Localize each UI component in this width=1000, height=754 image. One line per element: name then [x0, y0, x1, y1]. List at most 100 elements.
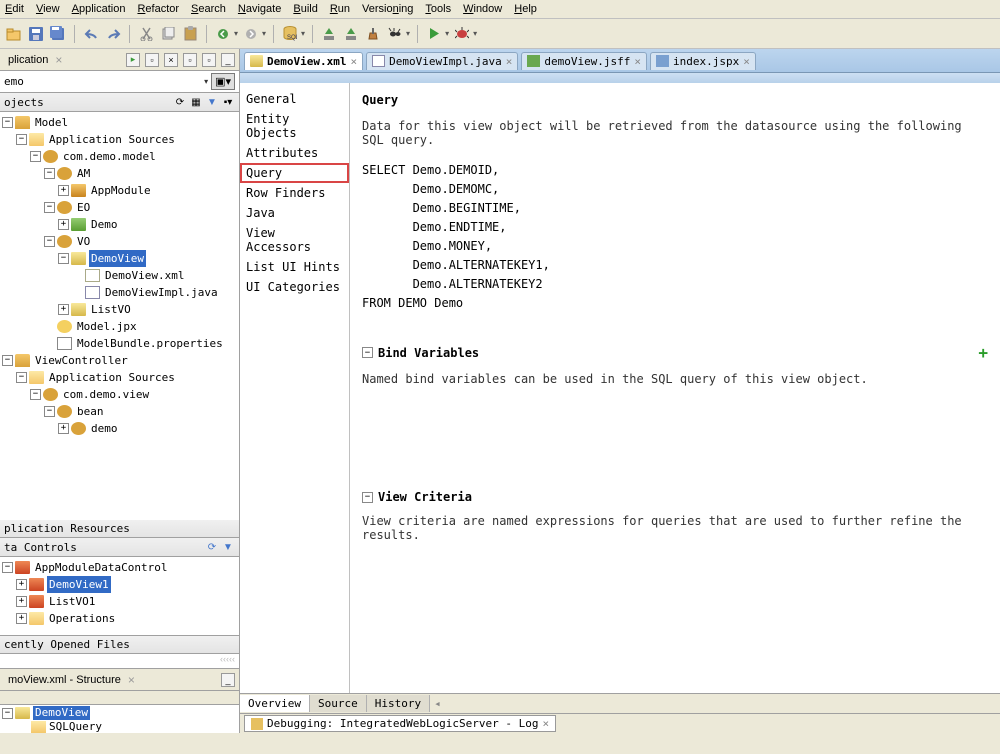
close-structure-icon[interactable]: ×	[128, 673, 135, 687]
tree-bean[interactable]: bean	[75, 403, 106, 420]
close-log-icon[interactable]: ×	[543, 717, 550, 730]
cut-icon[interactable]	[137, 25, 155, 43]
structure-root[interactable]: DemoView	[33, 706, 90, 720]
nav-query[interactable]: Query	[240, 163, 349, 183]
tree-model-jpx[interactable]: Model.jpx	[75, 318, 139, 335]
make-icon[interactable]	[320, 25, 338, 43]
structure-tree[interactable]: −DemoView SQLQuery	[0, 705, 239, 733]
expand-icon[interactable]: +	[58, 304, 69, 315]
copy-icon[interactable]	[159, 25, 177, 43]
tree-eo[interactable]: EO	[75, 199, 92, 216]
menu-build[interactable]: Build	[293, 3, 317, 15]
back-icon[interactable]	[214, 25, 232, 43]
tree-am[interactable]: AM	[75, 165, 92, 182]
tabs-scroll-icon[interactable]: ◂	[430, 697, 445, 710]
db-icon[interactable]: SQL	[281, 25, 299, 43]
expand-icon[interactable]: +	[58, 219, 69, 230]
structure-minimize-icon[interactable]: _	[221, 673, 235, 687]
tree-pkg-view[interactable]: com.demo.view	[61, 386, 151, 403]
expand-icon[interactable]: −	[44, 168, 55, 179]
menu-navigate[interactable]: Navigate	[238, 3, 281, 15]
expand-icon[interactable]: −	[16, 134, 27, 145]
close-tab-icon[interactable]: ×	[55, 53, 62, 67]
paste-icon[interactable]	[181, 25, 199, 43]
expand-icon[interactable]: −	[362, 492, 373, 503]
tree-model-bundle[interactable]: ModelBundle.properties	[75, 335, 225, 352]
menu-search[interactable]: Search	[191, 3, 226, 15]
tree-demoview[interactable]: DemoView	[89, 250, 146, 267]
db-dropdown-icon[interactable]: ▾	[301, 29, 305, 38]
expand-icon[interactable]: −	[30, 151, 41, 162]
refresh-icon[interactable]: ⟳	[173, 95, 187, 109]
clean-icon[interactable]	[364, 25, 382, 43]
debug-dropdown-icon[interactable]: ▾	[473, 29, 477, 38]
dc-listvo1[interactable]: ListVO1	[47, 593, 97, 610]
expand-icon[interactable]: −	[44, 202, 55, 213]
class-icon[interactable]: ▦	[189, 95, 203, 109]
close-tab-icon[interactable]: ×	[350, 55, 357, 68]
structure-tab[interactable]: moView.xml - Structure	[4, 673, 125, 687]
tree-appmodule[interactable]: AppModule	[89, 182, 153, 199]
panel-opt3-icon[interactable]: ▫	[202, 53, 216, 67]
menu-versioning[interactable]: Versioning	[362, 3, 413, 15]
nav-view-accessors[interactable]: View Accessors	[240, 223, 349, 257]
application-tab[interactable]: plication	[4, 53, 52, 67]
tree-pkg-model[interactable]: com.demo.model	[61, 148, 158, 165]
close-tab-icon[interactable]: ×	[634, 55, 641, 68]
ant-dropdown-icon[interactable]: ▾	[406, 29, 410, 38]
nav-entity-objects[interactable]: Entity Objects	[240, 109, 349, 143]
panel-close2-icon[interactable]: ×	[164, 53, 178, 67]
expand-icon[interactable]: +	[58, 423, 69, 434]
expand-icon[interactable]: −	[2, 708, 13, 719]
make2-icon[interactable]	[342, 25, 360, 43]
expand-icon[interactable]: −	[2, 562, 13, 573]
tab-overview[interactable]: Overview	[240, 695, 310, 712]
nav-java[interactable]: Java	[240, 203, 349, 223]
nav-list-ui-hints[interactable]: List UI Hints	[240, 257, 349, 277]
dc-operations[interactable]: Operations	[47, 610, 117, 627]
tab-demoview-jsff[interactable]: demoView.jsff ×	[521, 52, 647, 70]
tab-index-jspx[interactable]: index.jspx ×	[650, 52, 756, 70]
nav-general[interactable]: General	[240, 89, 349, 109]
expand-icon[interactable]: +	[16, 613, 27, 624]
expand-icon[interactable]: −	[2, 355, 13, 366]
tree-demoview-impl[interactable]: DemoViewImpl.java	[103, 284, 220, 301]
dc-root[interactable]: AppModuleDataControl	[33, 559, 169, 576]
forward-icon[interactable]	[242, 25, 260, 43]
project-search-input[interactable]	[4, 75, 201, 88]
tab-source[interactable]: Source	[310, 695, 367, 712]
debug-icon[interactable]	[453, 25, 471, 43]
undo-icon[interactable]	[82, 25, 100, 43]
tree-app-sources2[interactable]: Application Sources	[47, 369, 177, 386]
tree-listvo[interactable]: ListVO	[89, 301, 133, 318]
expand-icon[interactable]: +	[16, 579, 27, 590]
tree-demo-bean[interactable]: demo	[89, 420, 120, 437]
ant-icon[interactable]	[386, 25, 404, 43]
search-dropdown-icon[interactable]: ▾	[204, 77, 208, 86]
panel-run-icon[interactable]: ▸	[126, 53, 140, 67]
expand-icon[interactable]: +	[58, 185, 69, 196]
nav-row-finders[interactable]: Row Finders	[240, 183, 349, 203]
tab-demoviewimpl-java[interactable]: DemoViewImpl.java ×	[366, 52, 518, 70]
data-controls-tree[interactable]: −AppModuleDataControl +DemoView1 +ListVO…	[0, 557, 239, 635]
run-icon[interactable]	[425, 25, 443, 43]
expand-icon[interactable]: −	[30, 389, 41, 400]
tab-demoview-xml[interactable]: DemoView.xml ×	[244, 52, 363, 70]
tree-viewcontroller[interactable]: ViewController	[33, 352, 130, 369]
tree-app-sources[interactable]: Application Sources	[47, 131, 177, 148]
expand-icon[interactable]: −	[2, 117, 13, 128]
filter-icon[interactable]: ▼	[205, 95, 219, 109]
expand-icon[interactable]: −	[16, 372, 27, 383]
panel-minimize-icon[interactable]: _	[221, 53, 235, 67]
project-tree[interactable]: −Model −Application Sources −com.demo.mo…	[0, 112, 239, 520]
tree-vo[interactable]: VO	[75, 233, 92, 250]
dc-filter-icon[interactable]: ▼	[221, 540, 235, 554]
menu-edit[interactable]: Edit	[5, 3, 24, 15]
tab-history[interactable]: History	[367, 695, 430, 712]
close-tab-icon[interactable]: ×	[506, 55, 513, 68]
expand-icon[interactable]: −	[362, 347, 373, 358]
back-dropdown-icon[interactable]: ▾	[234, 29, 238, 38]
expand-icon[interactable]: −	[44, 236, 55, 247]
tree-demo-eo[interactable]: Demo	[89, 216, 120, 233]
debug-log-tab[interactable]: Debugging: IntegratedWebLogicServer - Lo…	[244, 715, 556, 732]
